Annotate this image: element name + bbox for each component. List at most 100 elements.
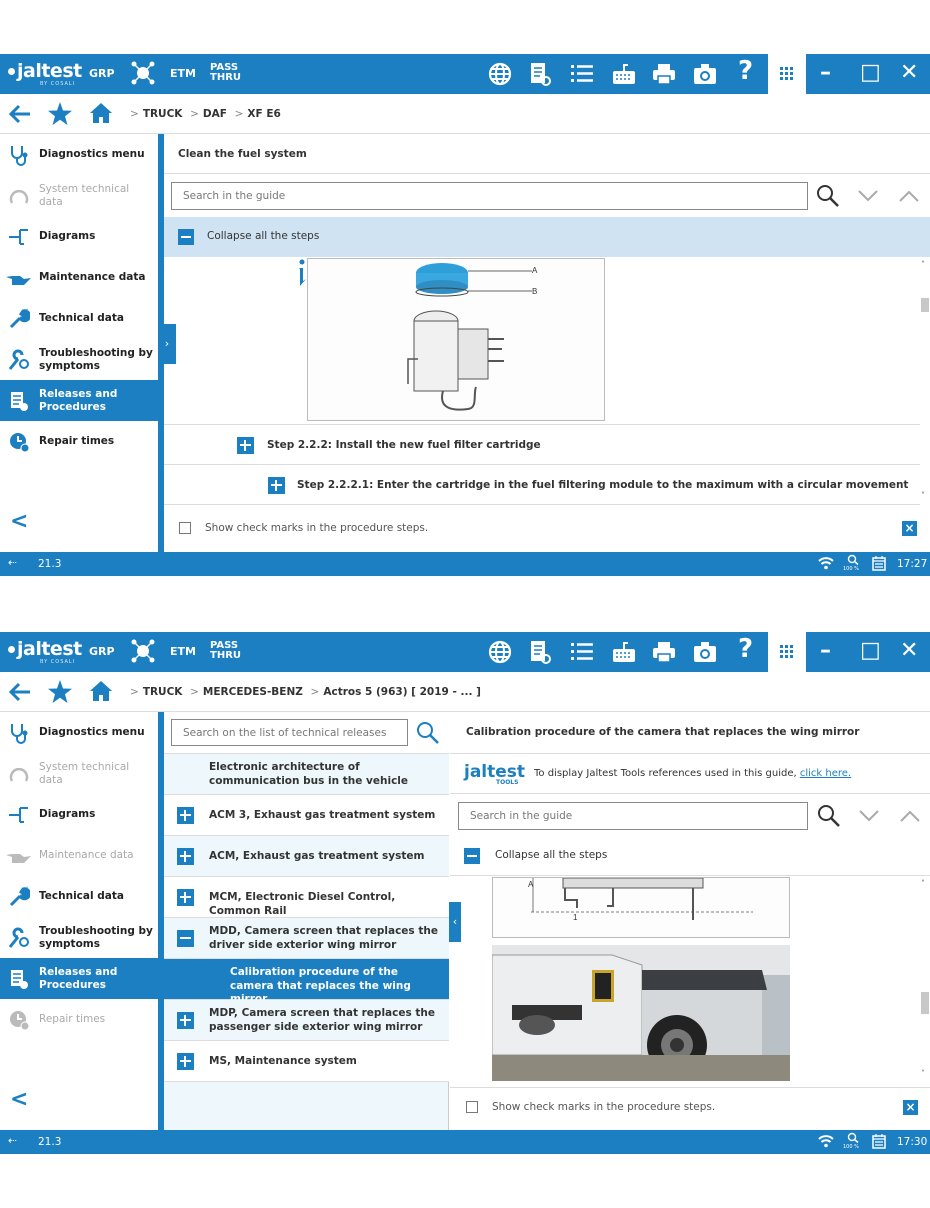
scrollbar-thumb[interactable] [921, 298, 929, 312]
tools-link[interactable]: click here. [800, 768, 851, 779]
sidebar-item-releases-procedures[interactable]: Releases and Procedures [0, 958, 158, 999]
release-item[interactable]: MS, Maintenance system [164, 1041, 449, 1082]
maximize-button[interactable]: □ [860, 60, 881, 85]
breadcrumb-item[interactable]: MERCEDES-BENZ [203, 686, 303, 698]
collapse-all-steps[interactable]: Collapse all the steps [164, 217, 930, 257]
chevron-up-icon[interactable] [899, 190, 919, 202]
favorites-star-icon[interactable] [48, 680, 72, 703]
apps-button[interactable] [768, 54, 806, 94]
expand-plus-icon[interactable] [177, 848, 194, 865]
breadcrumb-item[interactable]: Actros 5 (963) [ 2019 - ... ] [323, 686, 481, 698]
release-item[interactable]: Electronic architecture of communication… [164, 754, 449, 795]
grp-button[interactable]: GRP [89, 645, 115, 658]
list-icon[interactable] [570, 640, 594, 664]
expand-plus-icon[interactable] [177, 807, 194, 824]
breadcrumb-item[interactable]: XF E6 [247, 108, 280, 120]
breadcrumb-item[interactable]: TRUCK [143, 686, 183, 698]
back-arrow-icon[interactable] [8, 682, 32, 702]
sidebar-item-troubleshooting[interactable]: Troubleshooting by symptoms [0, 339, 158, 380]
content-scrollbar[interactable]: ˄ ˅ [920, 258, 930, 504]
breadcrumb-item[interactable]: DAF [203, 108, 227, 120]
etm-button[interactable]: ETM [170, 67, 196, 80]
network-icon[interactable] [130, 60, 156, 86]
document-icon[interactable] [528, 640, 552, 664]
minimize-button[interactable]: – [820, 638, 831, 663]
list-icon[interactable] [570, 62, 594, 86]
camera-icon[interactable] [693, 62, 717, 86]
expand-plus-icon[interactable] [177, 1053, 194, 1070]
favorites-star-icon[interactable] [48, 102, 72, 125]
expand-panel-chevron-icon[interactable]: › [158, 324, 176, 364]
sidebar-item-releases-procedures[interactable]: Releases and Procedures [0, 380, 158, 421]
collapse-sidebar-chevron-icon[interactable]: < [10, 1087, 28, 1112]
globe-icon[interactable] [488, 62, 512, 86]
network-icon[interactable] [130, 638, 156, 664]
sidebar-item-maintenance-data[interactable]: Maintenance data [0, 257, 158, 298]
sidebar-item-technical-data[interactable]: Technical data [0, 298, 158, 339]
collapse-sidebar-chevron-icon[interactable]: < [10, 509, 28, 534]
chevron-down-icon[interactable] [858, 190, 878, 202]
guide-search-input[interactable]: Search in the guide [171, 182, 808, 210]
search-icon[interactable] [816, 184, 840, 208]
expand-plus-icon[interactable] [177, 1012, 194, 1029]
check-marks-checkbox[interactable] [466, 1101, 478, 1113]
collapse-minus-icon[interactable] [177, 930, 194, 947]
collapse-all-steps[interactable]: Collapse all the steps [450, 836, 930, 876]
scrollbar-thumb[interactable] [921, 992, 929, 1014]
check-marks-checkbox[interactable] [179, 522, 191, 534]
camera-icon[interactable] [693, 640, 717, 664]
collapse-panel-chevron-icon[interactable]: ‹ [449, 902, 461, 942]
release-item[interactable]: MCM, Electronic Diesel Control, Common R… [164, 877, 449, 918]
step-row[interactable]: Step 2.2.2: Install the new fuel filter … [164, 424, 920, 465]
help-icon[interactable]: ? [738, 634, 753, 664]
expand-plus-icon[interactable] [237, 437, 254, 454]
sidebar-item-diagnostics-menu[interactable]: Diagnostics menu [0, 712, 158, 753]
globe-icon[interactable] [488, 640, 512, 664]
sidebar-item-technical-data[interactable]: Technical data [0, 876, 158, 917]
home-icon[interactable] [90, 681, 112, 701]
release-item[interactable]: ACM 3, Exhaust gas treatment system [164, 795, 449, 836]
apps-button[interactable] [768, 632, 806, 672]
releases-search-input[interactable]: Search on the list of technical releases [171, 719, 408, 746]
close-button[interactable]: ✕ [900, 60, 918, 85]
keyboard-icon[interactable] [612, 62, 636, 86]
search-icon[interactable] [817, 804, 841, 828]
document-icon[interactable] [528, 62, 552, 86]
zoom-icon[interactable] [847, 554, 859, 565]
guide-search-input[interactable]: Search in the guide [458, 802, 808, 830]
pass-thru-button[interactable]: PASS THRU [210, 641, 241, 661]
sidebar-item-diagnostics-menu[interactable]: Diagnostics menu [0, 134, 158, 175]
expand-plus-icon[interactable] [177, 889, 194, 906]
pass-thru-button[interactable]: PASS THRU [210, 63, 241, 83]
minimize-button[interactable]: – [820, 60, 831, 85]
printer-icon[interactable] [652, 640, 676, 664]
chevron-down-icon[interactable] [859, 810, 879, 822]
sidebar-item-diagrams[interactable]: Diagrams [0, 794, 158, 835]
release-item[interactable]: ACM, Exhaust gas treatment system [164, 836, 449, 877]
release-item[interactable]: MDD, Camera screen that replaces the dri… [164, 918, 449, 959]
help-icon[interactable]: ? [738, 56, 753, 86]
etm-button[interactable]: ETM [170, 645, 196, 658]
zoom-icon[interactable] [847, 1132, 859, 1143]
keyboard-icon[interactable] [612, 640, 636, 664]
releases-panel: Search on the list of technical releases… [164, 712, 449, 1130]
release-item-selected[interactable]: Calibration procedure of the camera that… [164, 959, 449, 1005]
breadcrumb-item[interactable]: TRUCK [143, 108, 183, 120]
printer-icon[interactable] [652, 62, 676, 86]
sidebar-item-repair-times[interactable]: Repair times [0, 421, 158, 462]
close-guide-icon[interactable]: × [903, 1100, 918, 1115]
close-guide-icon[interactable]: × [902, 521, 917, 536]
search-icon[interactable] [416, 721, 440, 745]
content-scrollbar[interactable]: ˄ ˅ [920, 877, 930, 1082]
sidebar-item-troubleshooting[interactable]: Troubleshooting by symptoms [0, 917, 158, 958]
step-row[interactable]: Step 2.2.2.1: Enter the cartridge in the… [164, 465, 920, 505]
close-button[interactable]: ✕ [900, 638, 918, 663]
home-icon[interactable] [90, 103, 112, 123]
grp-button[interactable]: GRP [89, 67, 115, 80]
chevron-up-icon[interactable] [900, 810, 920, 822]
release-item[interactable]: MDP, Camera screen that replaces the pas… [164, 1000, 449, 1041]
sidebar-item-diagrams[interactable]: Diagrams [0, 216, 158, 257]
expand-plus-icon[interactable] [268, 477, 285, 494]
back-arrow-icon[interactable] [8, 104, 32, 124]
maximize-button[interactable]: □ [860, 638, 881, 663]
